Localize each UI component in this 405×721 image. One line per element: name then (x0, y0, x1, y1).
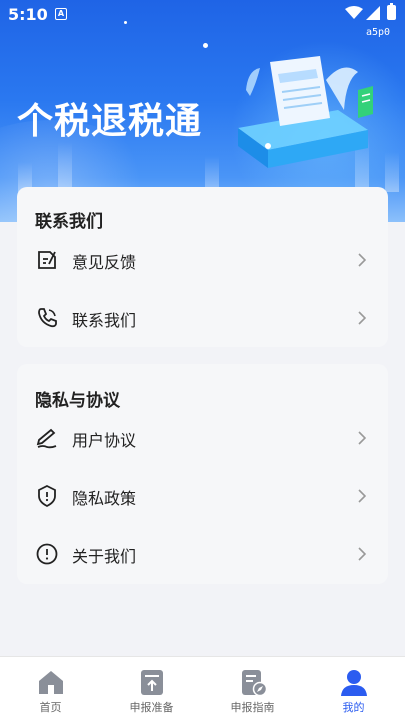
tax-box-illustration (238, 56, 373, 168)
status-bar: 5:10 A (0, 0, 405, 28)
tab-label: 申报指南 (230, 701, 275, 714)
section-title: 联系我们 (35, 212, 103, 232)
shield-icon (38, 484, 56, 508)
privacy-section: 隐私与协议 用户协议 隐私政策 关于我们 (17, 364, 388, 584)
chevron-right-icon (358, 489, 366, 503)
tab-label: 申报准备 (129, 701, 174, 714)
home-icon (39, 671, 63, 694)
tab-label: 首页 (39, 701, 62, 714)
menu-item-privacy-policy[interactable]: 隐私政策 (17, 472, 388, 522)
menu-item-label: 用户协议 (72, 431, 137, 450)
user-icon (341, 670, 367, 696)
menu-item-user-agreement[interactable]: 用户协议 (17, 414, 388, 464)
signal-icon (366, 6, 380, 20)
tab-declaration-prep[interactable]: 申报准备 (101, 657, 202, 721)
phone-icon (38, 308, 57, 328)
signature-icon (36, 428, 57, 449)
menu-item-label: 关于我们 (72, 547, 137, 566)
chevron-right-icon (358, 431, 366, 445)
menu-item-feedback[interactable]: 意见反馈 (17, 236, 388, 286)
tab-home[interactable]: 首页 (0, 657, 101, 721)
chevron-right-icon (358, 311, 366, 325)
tab-declaration-guide[interactable]: 申报指南 (202, 657, 303, 721)
info-icon (36, 543, 58, 565)
menu-item-contact[interactable]: 联系我们 (17, 294, 388, 344)
menu-item-about-us[interactable]: 关于我们 (17, 530, 388, 580)
wifi-icon (345, 6, 363, 19)
contact-section: 联系我们 意见反馈 联系我们 (17, 187, 388, 347)
tab-mine[interactable]: 我的 (303, 657, 404, 721)
section-title: 隐私与协议 (35, 391, 120, 411)
bottom-tab-bar: 首页 申报准备 申报指南 我的 (0, 656, 405, 721)
app-title: 个税退税通 (17, 101, 203, 142)
menu-item-label: 隐私政策 (72, 489, 137, 508)
chevron-right-icon (358, 547, 366, 561)
tab-label: 我的 (342, 701, 365, 714)
status-time: 5:10 (8, 5, 48, 24)
menu-item-label: 联系我们 (72, 311, 137, 330)
battery-icon (387, 3, 396, 20)
feedback-icon (38, 251, 56, 269)
guide-doc-icon (242, 670, 268, 697)
menu-item-label: 意见反馈 (72, 253, 137, 272)
status-tag: a5p0 (366, 27, 391, 38)
notification-icon: A (55, 8, 67, 20)
chevron-right-icon (358, 253, 366, 267)
upload-doc-icon (141, 670, 163, 695)
